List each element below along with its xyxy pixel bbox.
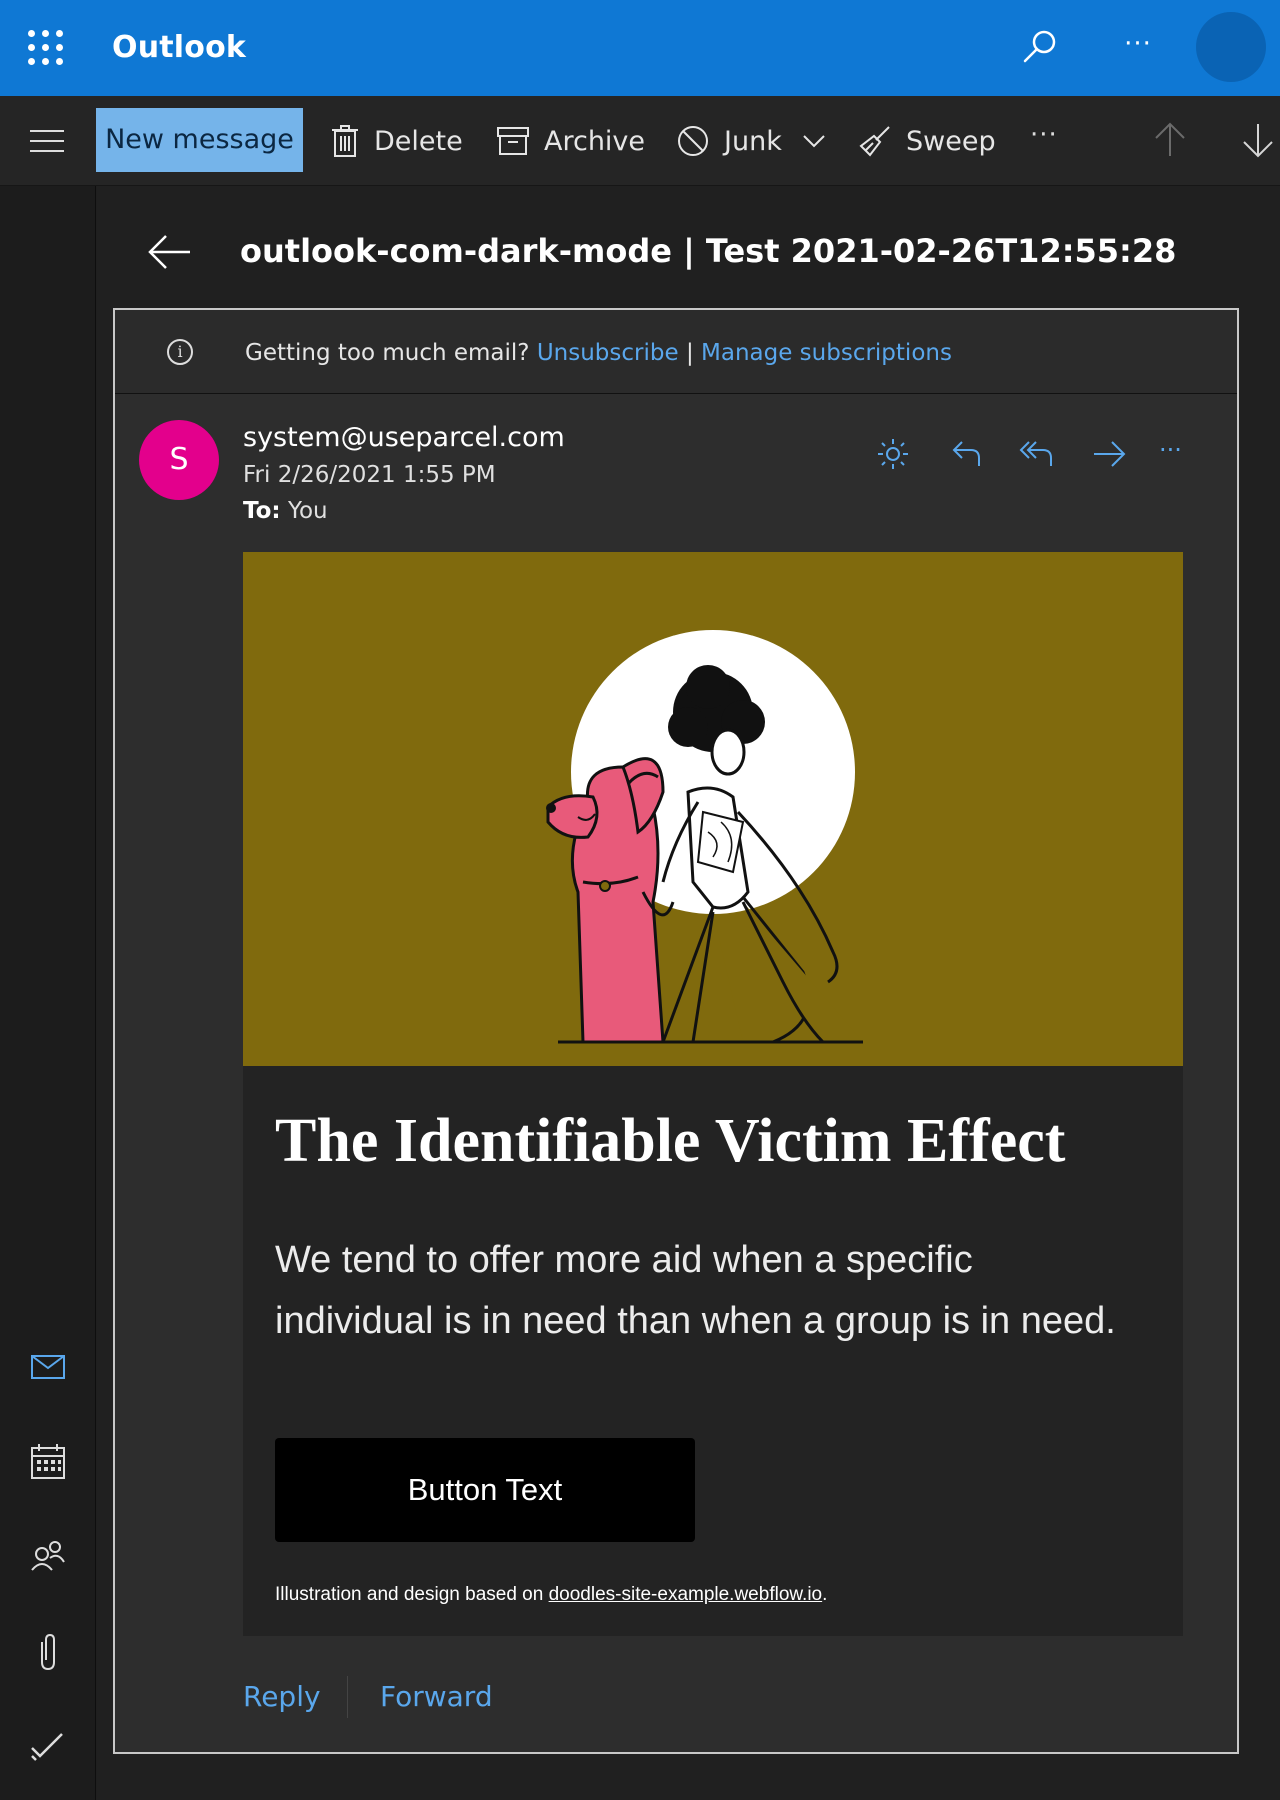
left-rail [0, 186, 96, 1800]
trash-icon [330, 124, 360, 158]
to-value[interactable]: You [288, 498, 328, 524]
email-lede: We tend to offer more aid when a specifi… [275, 1239, 1116, 1342]
reply-button[interactable]: Reply [243, 1680, 321, 1713]
forward-icon[interactable] [1091, 436, 1127, 472]
sender-email[interactable]: system@useparcel.com [243, 422, 565, 453]
mail-icon[interactable] [28, 1346, 68, 1386]
back-arrow-icon[interactable] [146, 232, 194, 272]
credit-prefix: Illustration and design based on [275, 1584, 549, 1605]
info-separator: | [685, 340, 694, 366]
sweep-label: Sweep [906, 125, 996, 157]
calendar-icon[interactable] [28, 1442, 68, 1482]
junk-button[interactable]: Junk [676, 116, 826, 166]
arrow-down-icon[interactable] [1240, 120, 1276, 164]
arrow-up-icon[interactable] [1152, 120, 1188, 164]
junk-icon [676, 124, 710, 158]
sweep-icon [858, 124, 892, 158]
more-commands-icon[interactable]: ··· [1030, 120, 1058, 150]
sweep-button[interactable]: Sweep [858, 116, 996, 166]
search-icon[interactable] [1020, 28, 1060, 68]
illustration-credit: Illustration and design based on doodles… [275, 1584, 827, 1606]
archive-label: Archive [544, 125, 646, 157]
more-icon[interactable]: ··· [1118, 28, 1158, 68]
email-headline: The Identifiable Victim Effect [275, 1107, 1066, 1175]
hamburger-icon[interactable] [30, 130, 64, 152]
unsubscribe-link[interactable]: Unsubscribe [537, 340, 679, 366]
archive-icon [496, 126, 530, 156]
archive-button[interactable]: Archive [496, 116, 645, 166]
new-message-button[interactable]: New message [96, 108, 303, 172]
credit-suffix: . [822, 1584, 828, 1605]
action-divider [347, 1676, 348, 1718]
account-avatar[interactable] [1196, 12, 1266, 82]
forward-button[interactable]: Forward [380, 1680, 493, 1713]
subscription-info-bar: i Getting too much email? Unsubscribe | … [115, 310, 1237, 394]
command-bar: New message Delete Archive Junk Sweep ··… [0, 96, 1280, 186]
manage-subscriptions-link[interactable]: Manage subscriptions [701, 340, 952, 366]
paperclip-icon[interactable] [28, 1632, 68, 1672]
message-more-icon[interactable]: ··· [1159, 436, 1195, 472]
email-content: The Identifiable Victim Effect We tend t… [243, 1066, 1183, 1636]
message-date: Fri 2/26/2021 1:55 PM [243, 462, 496, 488]
info-text: Getting too much email? Unsubscribe | Ma… [245, 340, 952, 366]
info-question: Getting too much email? [245, 340, 530, 366]
junk-label: Junk [724, 125, 782, 157]
cta-button[interactable]: Button Text [275, 1438, 695, 1542]
reply-all-icon[interactable] [1019, 436, 1055, 472]
checkmark-icon[interactable] [28, 1726, 68, 1766]
message-subject: outlook-com-dark-mode | Test 2021-02-26T… [240, 232, 1177, 270]
info-icon: i [167, 339, 193, 365]
email-body: The Identifiable Victim Effect We tend t… [243, 552, 1183, 1636]
message-card: i Getting too much email? Unsubscribe | … [113, 308, 1239, 1754]
to-label: To: [243, 498, 281, 524]
sun-icon[interactable] [875, 436, 911, 472]
app-bar: Outlook ··· [0, 0, 1280, 96]
app-title: Outlook [112, 30, 247, 65]
credit-link[interactable]: doodles-site-example.webflow.io [549, 1584, 823, 1605]
delete-button[interactable]: Delete [330, 116, 463, 166]
recipient-line: To: You [243, 498, 328, 524]
people-icon[interactable] [28, 1536, 68, 1576]
waffle-icon[interactable] [28, 30, 64, 66]
chevron-down-icon[interactable] [802, 134, 826, 148]
sender-avatar[interactable]: S [139, 420, 219, 500]
hero-illustration [243, 552, 1183, 1066]
delete-label: Delete [374, 125, 463, 157]
reply-icon[interactable] [949, 436, 985, 472]
